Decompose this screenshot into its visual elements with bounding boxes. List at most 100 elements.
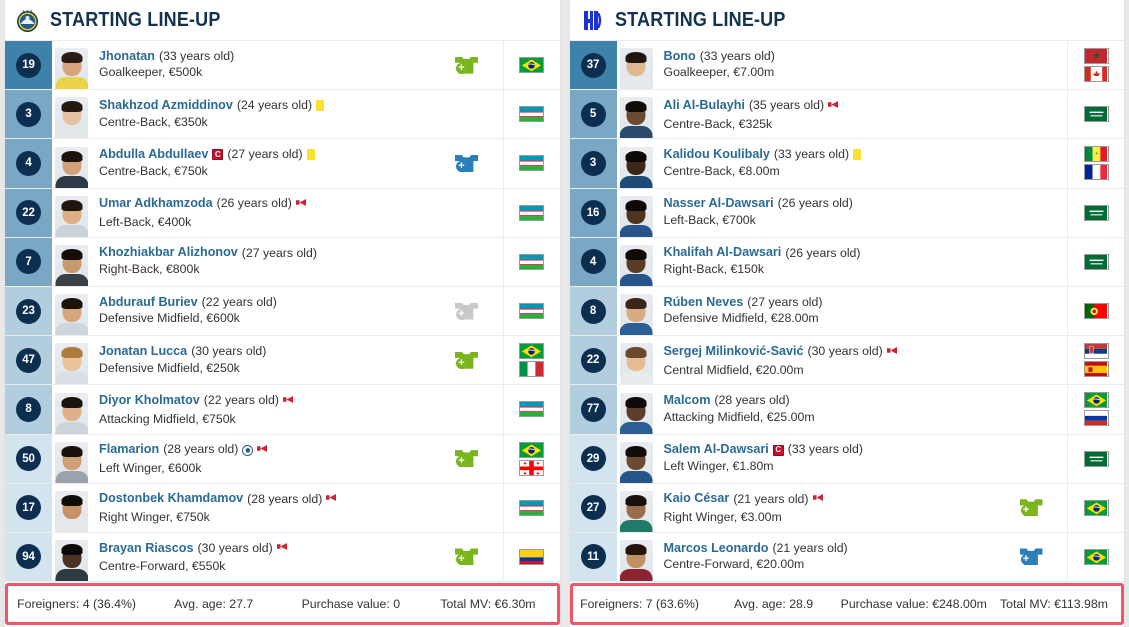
player-photo-cell[interactable] [617,189,655,237]
player-name-link[interactable]: Abdulla Abdullaev [99,147,208,163]
player-photo[interactable] [619,294,653,336]
player-photo-cell[interactable] [617,484,655,532]
table-row[interactable]: 3 Shakhzod Azmiddinov (24 years old) Centre… [5,90,560,140]
table-row[interactable]: 27 Kaio César (21 years old) Right Winger, … [569,483,1124,533]
table-row[interactable]: 11 Marcos Leonardo (21 years old) Centre-Fo… [569,532,1124,583]
table-row[interactable]: 50 Flamarion (28 years old) Left Winger, €6… [5,434,560,484]
player-photo-cell[interactable] [52,90,90,139]
player-photo[interactable] [55,343,88,385]
player-photo-cell[interactable] [617,385,655,434]
player-name-link[interactable]: Kaio César [664,491,730,507]
table-row[interactable]: 8 Diyor Kholmatov (22 years old) Attacking … [5,385,560,435]
player-photo-cell[interactable] [617,41,655,90]
player-photo-cell[interactable] [52,287,90,336]
player-name-link[interactable]: Ali Al-Bulayhi [664,98,745,114]
table-row[interactable]: 7 Khozhiakbar Alizhonov (27 years old) Righ… [5,237,560,287]
substitution-in-icon[interactable]: + [455,351,478,369]
player-photo-cell[interactable] [617,90,655,139]
player-name-link[interactable]: Rúben Neves [664,295,744,311]
player-photo[interactable] [55,146,88,188]
player-photo-cell[interactable] [52,238,90,286]
nationality-cell [502,188,560,237]
player-photo-cell[interactable] [617,435,655,483]
player-photo[interactable] [55,244,88,286]
player-photo[interactable] [619,392,653,434]
table-row[interactable]: 37 Bono (33 years old) Goalkeeper, €7.00m [569,41,1124,91]
table-row[interactable]: 4 Abdulla Abdullaev C (27 years old) Centre-… [5,139,560,189]
table-row[interactable]: 23 Abdurauf Buriev (22 years old) Defensive… [5,286,560,337]
player-photo-cell[interactable] [617,238,655,286]
substitution-out-icon[interactable]: + [1019,548,1043,566]
player-name-link[interactable]: Shakhzod Azmiddinov [99,98,233,114]
player-photo-cell[interactable] [617,336,655,385]
table-row[interactable]: 5 Ali Al-Bulayhi (35 years old) Centre-Back… [569,90,1124,140]
player-photo[interactable] [55,48,88,90]
player-photo[interactable] [619,343,653,385]
player-name-link[interactable]: Abdurauf Buriev [99,295,198,311]
table-row[interactable]: 22 Sergej Milinković-Savić (30 years old) C… [569,336,1124,386]
table-row[interactable]: 3 Kalidou Koulibaly (33 years old) Centre-B… [569,139,1124,189]
table-row[interactable]: 19 Jhonatan (33 years old) Goalkeeper, €500… [5,41,560,91]
shirt-number-badge: 3 [580,150,606,176]
player-photo[interactable] [619,244,653,286]
player-photo-cell[interactable] [52,435,90,483]
player-photo[interactable] [619,146,653,188]
player-photo-cell[interactable] [52,139,90,188]
player-name-link[interactable]: Diyor Kholmatov [99,393,200,409]
substitution-in-icon[interactable]: + [455,548,478,566]
player-photo-cell[interactable] [52,336,90,385]
player-name-link[interactable]: Sergej Milinković-Savić [664,344,804,360]
player-name-link[interactable]: Nasser Al-Dawsari [664,196,774,212]
player-photo-cell[interactable] [617,287,655,336]
table-row[interactable]: 17 Dostonbek Khamdamov (28 years old) Right… [5,483,560,533]
table-row[interactable]: 47 Jonatan Lucca (30 years old) Defensive M… [5,336,560,386]
player-photo-cell[interactable] [52,189,90,237]
player-photo[interactable] [55,195,88,237]
player-photo[interactable] [619,490,653,532]
player-photo[interactable] [55,392,88,434]
right-avg-age: Avg. age: 28.9 [734,597,814,611]
player-name-link[interactable]: Khalifah Al-Dawsari [664,245,782,261]
table-row[interactable]: 94 Brayan Riascos (30 years old) Centre-For… [5,532,560,583]
player-photo[interactable] [619,195,653,237]
player-photo-cell[interactable] [52,41,90,90]
table-row[interactable]: 8 Rúben Neves (27 years old) Defensive Midf… [569,286,1124,337]
shirt-number-badge: 27 [580,495,606,521]
table-row[interactable]: 29 Salem Al-Dawsari C (33 years old) Left Wi… [569,434,1124,484]
player-name-link[interactable]: Jonatan Lucca [99,344,187,360]
player-name-link[interactable]: Jhonatan [99,49,155,65]
player-photo[interactable] [619,48,653,90]
player-photo-cell[interactable] [617,533,655,582]
player-photo-cell[interactable] [52,484,90,532]
table-row[interactable]: 4 Khalifah Al-Dawsari (26 years old) Right-… [569,237,1124,287]
player-name-link[interactable]: Umar Adkhamzoda [99,196,213,212]
player-photo[interactable] [55,441,88,483]
player-photo[interactable] [55,97,88,139]
player-photo[interactable] [619,97,653,139]
player-name-link[interactable]: Brayan Riascos [99,541,194,557]
substitution-out-icon[interactable]: + [455,154,478,172]
player-photo[interactable] [619,441,653,483]
table-row[interactable]: 16 Nasser Al-Dawsari (26 years old) Left-Ba… [569,188,1124,238]
player-photo-cell[interactable] [52,533,90,582]
player-name-link[interactable]: Dostonbek Khamdamov [99,491,243,507]
player-photo[interactable] [55,490,88,532]
player-photo[interactable] [55,294,88,336]
player-name-link[interactable]: Flamarion [99,442,159,458]
player-name-link[interactable]: Malcom [664,393,711,409]
player-name-link[interactable]: Khozhiakbar Alizhonov [99,245,238,261]
player-photo-cell[interactable] [52,385,90,434]
table-row[interactable]: 22 Umar Adkhamzoda (26 years old) Left-Back… [5,188,560,238]
player-photo[interactable] [619,540,653,582]
substitution-in-icon[interactable]: + [455,450,478,468]
player-name-link[interactable]: Salem Al-Dawsari [664,442,769,458]
player-name-link[interactable]: Bono [664,49,696,65]
player-photo-cell[interactable] [617,139,655,188]
player-photo[interactable] [55,540,88,582]
player-name-link[interactable]: Kalidou Koulibaly [664,147,770,163]
table-row[interactable]: 77 Malcom (28 years old) Attacking Midfield… [569,385,1124,435]
substitution-in-icon[interactable]: + [455,56,478,74]
player-name-link[interactable]: Marcos Leonardo [664,541,769,557]
substitution-in-icon[interactable]: + [1019,499,1043,517]
substitution-inactive-icon[interactable]: + [455,302,478,320]
